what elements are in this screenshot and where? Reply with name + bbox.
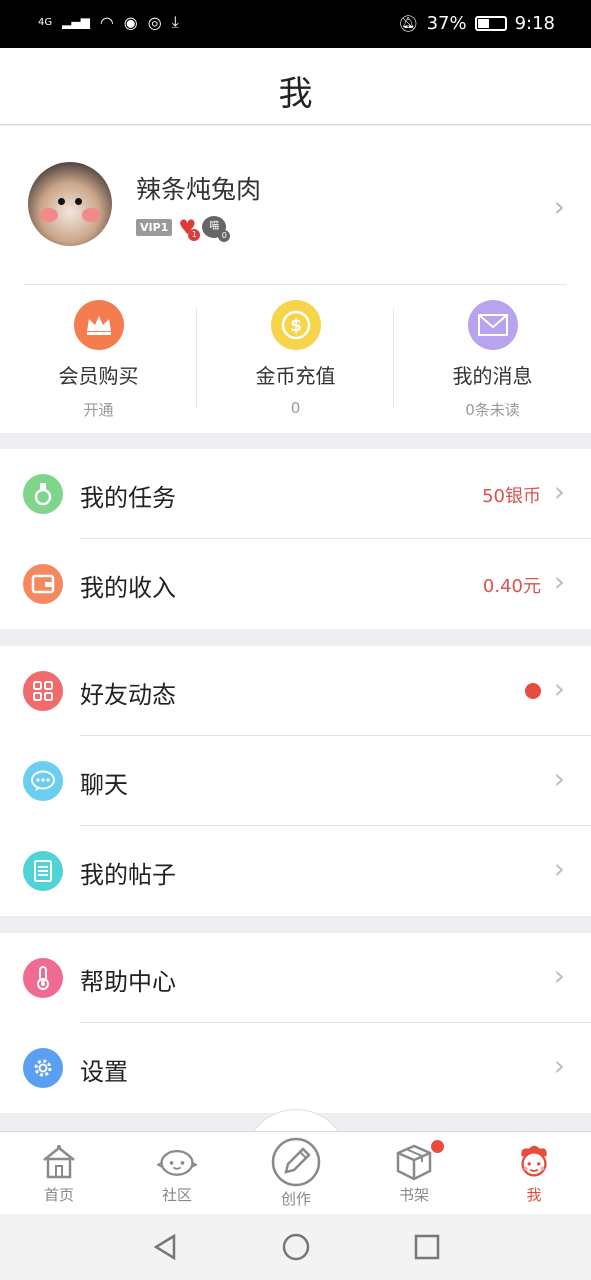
medal-icon	[23, 474, 63, 514]
chevron-right-icon[interactable]: ›	[554, 190, 565, 223]
cat-count: 0	[218, 230, 231, 242]
menu-item-posts[interactable]: 我的帖子 ›	[0, 826, 591, 916]
menu-item-help[interactable]: 帮助中心 ›	[0, 933, 591, 1023]
menu-item-friends[interactable]: 好友动态 ›	[0, 646, 591, 736]
menu-item-label: 好友动态	[80, 681, 176, 709]
tab-create[interactable]: 创作	[246, 1136, 346, 1209]
heart-count: 1	[188, 229, 201, 241]
username[interactable]: 辣条炖兔肉	[136, 170, 261, 206]
tab-label: 我	[526, 1186, 542, 1204]
chevron-right-icon: ›	[553, 672, 565, 705]
cat-badge-icon[interactable]: 喵 0	[202, 216, 231, 242]
menu-item-label: 设置	[80, 1058, 128, 1086]
chevron-right-icon: ›	[553, 959, 565, 992]
tab-me[interactable]: 我	[484, 1142, 584, 1205]
menu-group-social: 好友动态 › 聊天 › 我的帖子 ›	[0, 646, 591, 916]
gear-icon	[23, 1048, 63, 1088]
eye-icon: ◉	[123, 12, 138, 32]
sync-icon: ◎	[147, 12, 162, 32]
pencil-icon	[270, 1136, 322, 1188]
tab-home[interactable]: 首页	[9, 1142, 109, 1205]
tab-community[interactable]: 社区	[127, 1142, 227, 1205]
chevron-right-icon: ›	[553, 852, 565, 885]
menu-item-income[interactable]: 我的收入 0.40元 ›	[0, 539, 591, 629]
recents-square-icon[interactable]	[412, 1232, 442, 1262]
menu-item-label: 我的任务	[80, 484, 176, 512]
system-nav-bar	[0, 1214, 591, 1280]
back-icon[interactable]	[150, 1232, 180, 1262]
menu-item-label: 聊天	[80, 771, 128, 799]
page-title: 我	[278, 74, 313, 114]
wifi-icon: ◠	[99, 12, 114, 32]
menu-item-label: 帮助中心	[80, 968, 176, 996]
income-value: 0.40元	[482, 576, 541, 597]
menu-item-label: 我的收入	[80, 574, 176, 602]
crown-icon	[73, 300, 124, 350]
grid-icon	[23, 671, 63, 711]
menu-item-chat[interactable]: 聊天 ›	[0, 736, 591, 826]
my-messages-button[interactable]: 我的消息 0条未读	[394, 298, 591, 419]
avatar[interactable]	[28, 162, 112, 246]
chevron-right-icon: ›	[553, 762, 565, 795]
chat-bubble-icon	[23, 761, 63, 801]
tab-label: 创作	[280, 1190, 311, 1208]
download-icon: ⤓	[171, 12, 179, 31]
quick-action-label: 我的消息	[452, 364, 533, 388]
box-icon	[394, 1142, 434, 1182]
user-badges: VIP1 ♥ 1 喵 0	[136, 216, 231, 242]
menu-item-label: 我的帖子	[80, 861, 176, 889]
notification-dot	[431, 1140, 444, 1153]
coin-icon: $	[270, 300, 321, 350]
tab-bookshelf[interactable]: 书架	[364, 1140, 464, 1205]
envelope-icon	[467, 300, 518, 350]
menu-item-settings[interactable]: 设置 ›	[0, 1023, 591, 1113]
quick-action-label: 会员购买	[58, 364, 139, 388]
quick-action-sub: 开通	[83, 401, 114, 419]
document-icon	[23, 851, 63, 891]
wallet-icon	[23, 564, 63, 604]
character-icon	[514, 1142, 554, 1182]
mute-icon: 🔕︎	[398, 14, 419, 33]
quick-action-sub: 0	[290, 399, 301, 417]
cat-badge-label: 喵	[209, 221, 220, 232]
quick-action-sub: 0条未读	[465, 401, 520, 419]
network-indicator: 4G	[38, 16, 53, 28]
svg-text:$: $	[290, 316, 302, 336]
chevron-right-icon: ›	[553, 475, 565, 508]
tab-label: 书架	[398, 1186, 429, 1204]
tab-label: 首页	[43, 1186, 74, 1204]
clock: 9:18	[514, 13, 555, 34]
quick-action-label: 金币充值	[255, 364, 336, 388]
battery-icon	[474, 16, 507, 31]
house-icon	[39, 1142, 79, 1182]
page-header: 我	[0, 48, 591, 125]
heart-icon[interactable]: ♥ 1	[178, 217, 201, 241]
chevron-right-icon: ›	[553, 565, 565, 598]
signal-icon: ▂▄▆	[62, 15, 90, 29]
tasks-value: 50银币	[482, 486, 541, 507]
profile-card: 辣条炖兔肉 VIP1 ♥ 1 喵 0 › 会员购买 开通 $ 金币充值 0 我的…	[0, 126, 591, 433]
face-bubble-icon	[157, 1142, 197, 1182]
coin-recharge-button[interactable]: $ 金币充值 0	[197, 298, 394, 418]
chevron-right-icon: ›	[553, 1049, 565, 1082]
tab-label: 社区	[161, 1186, 192, 1204]
bottom-tab-bar: 首页 社区 创作 书架 我	[0, 1131, 591, 1214]
menu-group-support: 帮助中心 › 设置 ›	[0, 933, 591, 1113]
battery-percent: 37%	[426, 13, 467, 34]
home-circle-icon[interactable]	[281, 1232, 311, 1262]
status-bar: 4G ▂▄▆ ◠ ◉ ◎ ⤓ 🔕︎ 37% 9:18	[0, 0, 591, 48]
menu-group-earnings: 我的任务 50银币 › 我的收入 0.40元 ›	[0, 449, 591, 629]
menu-item-tasks[interactable]: 我的任务 50银币 ›	[0, 449, 591, 539]
vip-badge[interactable]: VIP1	[136, 218, 173, 236]
divider	[24, 284, 567, 285]
vip-purchase-button[interactable]: 会员购买 开通	[0, 298, 197, 419]
notification-dot	[525, 683, 541, 699]
help-thermometer-icon	[23, 958, 63, 998]
